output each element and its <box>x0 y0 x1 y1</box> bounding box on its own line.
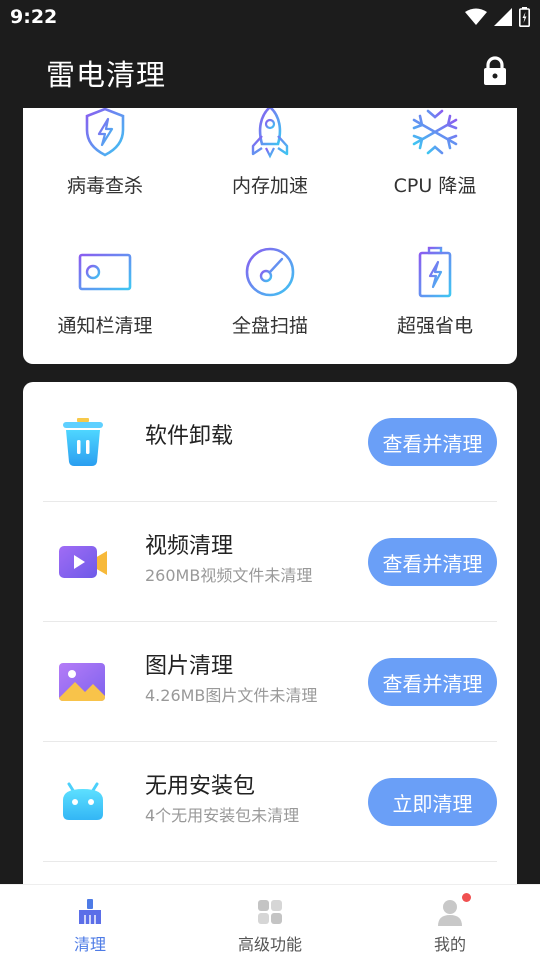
nav-label: 高级功能 <box>237 935 302 954</box>
rocket-icon <box>240 108 300 162</box>
android-icon <box>55 772 111 832</box>
view-and-clean-button[interactable]: 查看并清理 <box>368 418 497 466</box>
row-subtitle: 4.26MB图片文件未清理 <box>145 686 318 705</box>
tools-grid-card: 病毒查杀 内存加速 CPU 降温 通知栏清理 全盘扫描 超强省电 <box>23 108 517 364</box>
id-card-icon <box>75 242 135 302</box>
grid-item-cpu-cooling[interactable]: CPU 降温 <box>353 108 517 228</box>
grid-item-label: 全盘扫描 <box>231 315 308 337</box>
broom-icon <box>75 897 105 927</box>
row-title: 视频清理 <box>145 534 234 559</box>
row-title: 软件卸载 <box>145 424 234 449</box>
grid-item-label: 内存加速 <box>231 175 308 197</box>
nav-item-clean[interactable]: 清理 <box>0 885 180 960</box>
row-title: 无用安装包 <box>145 774 256 799</box>
row-title: 图片清理 <box>145 654 234 679</box>
row-subtitle: 260MB视频文件未清理 <box>145 566 313 585</box>
app-header: 雷电清理 <box>0 36 540 108</box>
clean-now-button[interactable]: 立即清理 <box>368 778 497 826</box>
grid-item-virus-scan[interactable]: 病毒查杀 <box>23 108 187 228</box>
battery-status-icon <box>519 7 530 27</box>
nav-label: 清理 <box>73 935 106 954</box>
grid-item-label: 通知栏清理 <box>57 315 153 337</box>
list-row-image-clean[interactable]: 图片清理 4.26MB图片文件未清理 查看并清理 <box>43 622 497 742</box>
lock-button[interactable] <box>482 56 508 86</box>
list-row-video-clean[interactable]: 视频清理 260MB视频文件未清理 查看并清理 <box>43 502 497 622</box>
user-icon <box>435 893 471 927</box>
video-icon <box>55 532 111 592</box>
view-and-clean-button[interactable]: 查看并清理 <box>368 538 497 586</box>
main-content[interactable]: 病毒查杀 内存加速 CPU 降温 通知栏清理 全盘扫描 超强省电 软件卸载 查看… <box>0 108 540 884</box>
app-title: 雷电清理 <box>46 58 167 92</box>
battery-icon <box>405 242 465 302</box>
grid-item-notification-clean[interactable]: 通知栏清理 <box>23 242 187 362</box>
cell-signal-icon <box>494 8 512 26</box>
grid-item-label: 病毒查杀 <box>66 175 143 197</box>
notification-badge <box>462 893 471 902</box>
status-bar: 9:22 <box>0 0 540 36</box>
status-icons <box>465 6 530 28</box>
grid-item-label: CPU 降温 <box>393 175 477 197</box>
nav-item-advanced[interactable]: 高级功能 <box>180 885 360 960</box>
view-and-clean-button[interactable]: 查看并清理 <box>368 658 497 706</box>
grid-item-label: 超强省电 <box>396 315 473 337</box>
cleanup-list-card: 软件卸载 查看并清理 视频清理 260MB视频文件未清理 查看并清理 图片清理 … <box>23 382 517 884</box>
nav-label: 我的 <box>433 935 466 954</box>
status-time: 9:22 <box>10 6 58 28</box>
grid-item-full-scan[interactable]: 全盘扫描 <box>188 242 352 362</box>
grid-item-power-saving[interactable]: 超强省电 <box>353 242 517 362</box>
lock-icon <box>484 56 506 85</box>
list-row-apk-clean[interactable]: 无用安装包 4个无用安装包未清理 立即清理 <box>43 742 497 862</box>
grid-item-memory-boost[interactable]: 内存加速 <box>188 108 352 228</box>
list-row-app-uninstall[interactable]: 软件卸载 查看并清理 <box>43 382 497 502</box>
image-icon <box>55 652 111 712</box>
row-subtitle: 4个无用安装包未清理 <box>145 806 300 825</box>
snowflake-icon <box>405 108 465 162</box>
shield-lightning-icon <box>75 108 135 162</box>
bottom-nav: 清理 高级功能 我的 <box>0 884 540 960</box>
trash-icon <box>55 412 111 472</box>
grid-icon <box>255 897 285 927</box>
wifi-icon <box>465 8 487 25</box>
disc-scan-icon <box>240 242 300 302</box>
nav-item-profile[interactable]: 我的 <box>360 885 540 960</box>
